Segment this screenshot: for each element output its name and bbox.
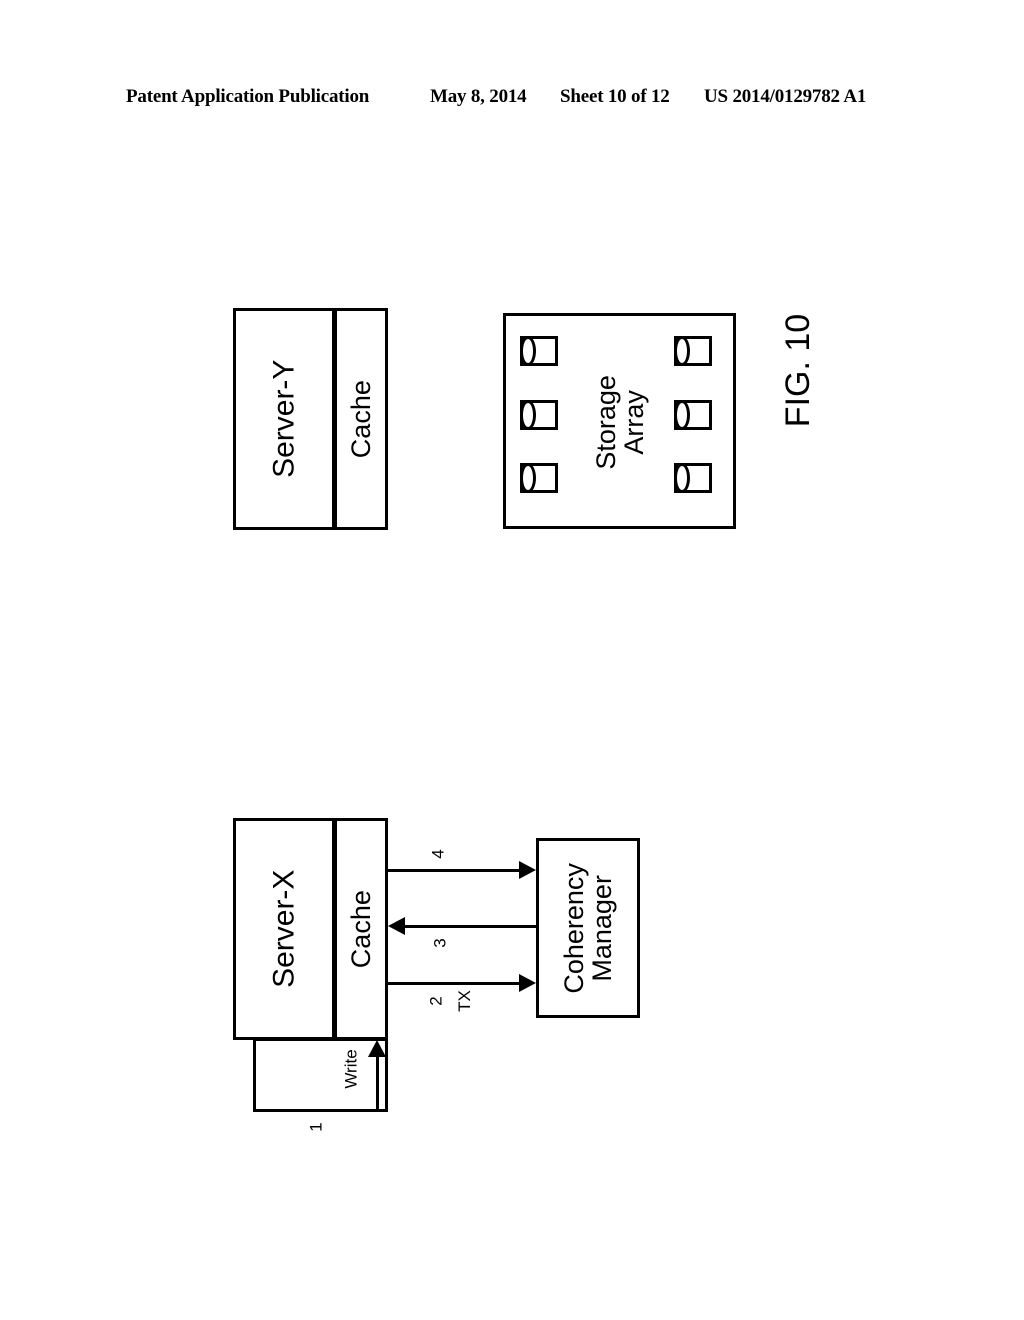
storage-array-label-line2: Array [618, 390, 649, 455]
figure-caption-text: FIG. 10 [779, 313, 818, 427]
disk-cylinder [520, 463, 558, 493]
header-date-text: May 8, 2014 [430, 86, 527, 107]
flow-4-number: 4 [429, 849, 448, 859]
flow-2-number-wrap: 2 [427, 992, 446, 1010]
page-header: Patent Application Publication May 8, 20… [0, 86, 1024, 112]
flow-1-write-label: Write [341, 1049, 361, 1089]
storage-array-label: Storage Array [590, 375, 649, 470]
flow-2-tx-label-wrap: TX [452, 988, 478, 1014]
server-y-cache-label-wrap: Cache [334, 308, 388, 530]
flow-1-arrowhead [368, 1040, 386, 1057]
header-patent-number: US 2014/0129782 A1 [704, 86, 867, 107]
flow-2-line [388, 982, 520, 985]
storage-array-label-wrap: Storage Array [560, 340, 680, 505]
storage-array-label-line1: Storage [590, 375, 621, 470]
flow-2-tx-label: TX [454, 990, 474, 1012]
server-x-cache-label-wrap: Cache [334, 818, 388, 1040]
flow-2-number: 2 [427, 996, 446, 1006]
disk-cylinder [520, 400, 558, 430]
figure-caption: FIG. 10 [744, 300, 854, 440]
flow-3-number: 3 [431, 938, 450, 948]
server-y-cache-label: Cache [345, 379, 376, 459]
server-x-cache-label: Cache [345, 889, 376, 969]
flow-1-line-vertical [376, 1055, 379, 1112]
header-publication-text: Patent Application Publication [126, 86, 370, 107]
flow-3-line [405, 925, 538, 928]
coherency-manager-label-line1: Coherency [558, 862, 589, 994]
coherency-manager-label-line2: Manager [587, 874, 618, 982]
flow-4-arrowhead [519, 861, 536, 879]
coherency-manager-label-wrap: Coherency Manager [536, 838, 640, 1018]
flow-3-arrowhead [388, 917, 405, 935]
flow-3-number-wrap: 3 [431, 934, 450, 952]
coherency-manager-label: Coherency Manager [558, 862, 618, 994]
flow-1-number-wrap: 1 [307, 1118, 326, 1136]
server-x-label: Server-X [267, 869, 301, 989]
flow-2-arrowhead [519, 974, 536, 992]
flow-4-number-wrap: 4 [429, 845, 448, 863]
header-sheet-text: Sheet 10 of 12 [560, 86, 670, 107]
server-x-label-wrap: Server-X [233, 818, 335, 1040]
flow-1-number: 1 [307, 1122, 326, 1132]
flow-4-line [388, 869, 520, 872]
server-y-label-wrap: Server-Y [233, 308, 335, 530]
flow-1-write-label-wrap: Write [330, 1049, 374, 1088]
server-y-label: Server-Y [267, 359, 301, 479]
disk-cylinder [520, 336, 558, 366]
